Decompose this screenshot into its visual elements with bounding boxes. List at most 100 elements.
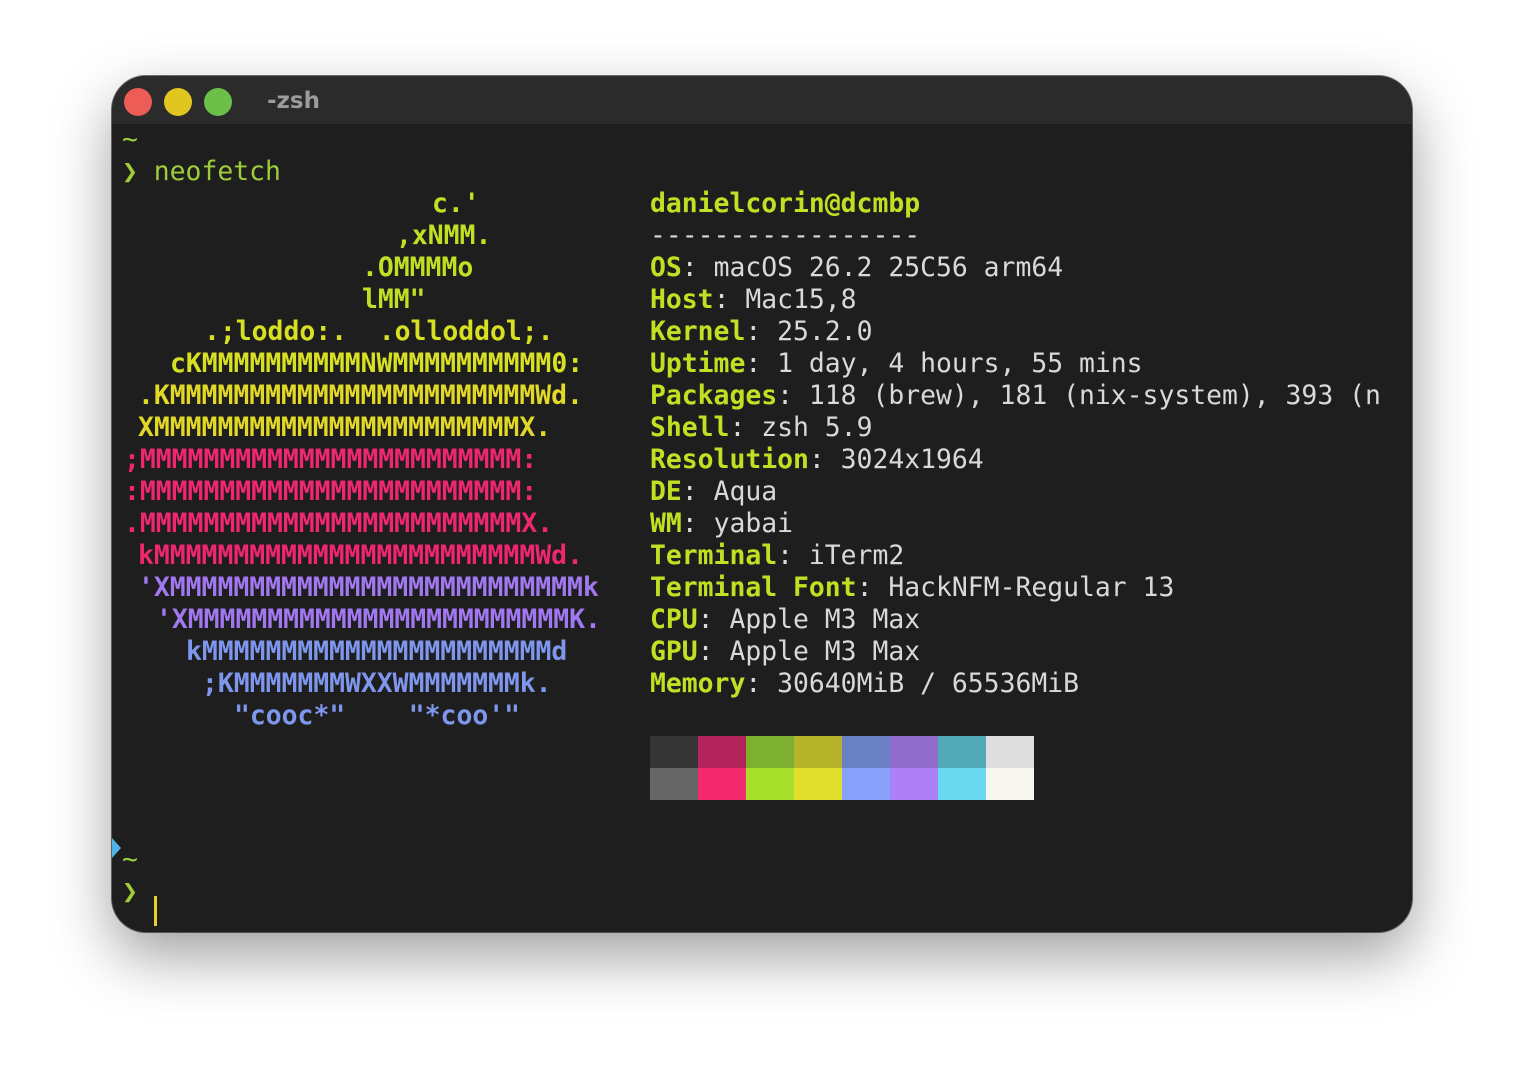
logo-line: c.' [432, 188, 480, 219]
info-row: Terminal Font: HackNFM-Regular 13 [650, 572, 1174, 604]
info-row: CPU: Apple M3 Max [650, 604, 920, 636]
palette-swatch [890, 768, 938, 800]
info-value: yabai [713, 508, 794, 539]
minimize-button[interactable] [164, 88, 192, 116]
prompt-symbol-2: ❯ [122, 876, 138, 907]
logo-line: XMMMMMMMMMMMMMMMMMMMMMMMX. [138, 412, 552, 443]
prompt-directory: ~ [122, 124, 138, 155]
info-key: Packages [650, 380, 778, 411]
info-row: Kernel: 25.2.0 [650, 316, 872, 348]
logo-line: .KMMMMMMMMMMMMMMMMMMMMMMMWd. [138, 380, 583, 411]
logo-line: .;loddo:. .olloddol;. [204, 316, 554, 347]
info-key: CPU [650, 604, 698, 635]
title-bar: -zsh [112, 76, 1412, 124]
palette-swatch [746, 736, 794, 768]
info-colon: : [777, 380, 809, 411]
palette-swatch [698, 736, 746, 768]
info-key: GPU [650, 636, 698, 667]
logo-line: 'XMMMMMMMMMMMMMMMMMMMMMMMMMMk [138, 572, 599, 603]
info-value: iTerm2 [808, 540, 905, 571]
info-value: 118 (brew), 181 (nix-system), 393 (n [808, 380, 1381, 411]
info-key: Terminal [650, 540, 778, 571]
info-value: HackNFM-Regular 13 [888, 572, 1175, 603]
info-row: Resolution: 3024x1964 [650, 444, 984, 476]
palette-swatch [842, 768, 890, 800]
logo-line: ;MMMMMMMMMMMMMMMMMMMMMMMM: [124, 444, 538, 475]
prompt-marker-icon [112, 838, 121, 858]
info-colon: : [713, 284, 746, 315]
info-row: WM: yabai [650, 508, 793, 540]
palette-swatch [986, 768, 1034, 800]
palette-swatch [938, 768, 986, 800]
color-palette [650, 736, 1034, 800]
info-row: Shell: zsh 5.9 [650, 412, 872, 444]
info-row: OS: macOS 26.2 25C56 arm64 [650, 252, 1063, 284]
info-key: Uptime [650, 348, 746, 379]
info-value: Aqua [713, 476, 778, 507]
palette-swatch [650, 736, 698, 768]
palette-swatch [650, 768, 698, 800]
info-colon: : [697, 604, 730, 635]
logo-line: ,xNMM. [396, 220, 492, 251]
info-key: Kernel [650, 316, 746, 347]
prompt-symbol: ❯ [122, 156, 138, 187]
info-value: Apple M3 Max [729, 604, 921, 635]
palette-swatch [794, 736, 842, 768]
logo-line: .MMMMMMMMMMMMMMMMMMMMMMMMX. [124, 508, 553, 539]
close-button[interactable] [124, 88, 152, 116]
info-value: 1 day, 4 hours, 55 mins [777, 348, 1143, 379]
prompt-directory-2: ~ [122, 844, 138, 875]
info-colon: : [745, 348, 778, 379]
palette-swatch [938, 736, 986, 768]
info-key: Resolution [650, 444, 809, 475]
info-key: Memory [650, 668, 746, 699]
info-key: Shell [650, 412, 730, 443]
palette-swatch [842, 736, 890, 768]
palette-swatch [746, 768, 794, 800]
logo-line: ;KMMMMMMMWXXWMMMMMMMk. [202, 668, 552, 699]
terminal-output[interactable]: ~ ❯ neofetch c.' ,xNMM. .OMMMMo lMM" .;loddo… [112, 124, 1412, 932]
info-key: WM [650, 508, 682, 539]
info-colon: : [681, 476, 714, 507]
palette-swatch [698, 768, 746, 800]
logo-line: kMMMMMMMMMMMMMMMMMMMMMMd [186, 636, 568, 667]
window-title: -zsh [267, 88, 320, 114]
info-key: DE [650, 476, 682, 507]
info-key: OS [650, 252, 682, 283]
prompt-line: ❯ neofetch [122, 156, 281, 188]
zoom-button[interactable] [204, 88, 232, 116]
logo-line: kMMMMMMMMMMMMMMMMMMMMMMMMWd. [138, 540, 583, 571]
info-value: zsh 5.9 [761, 412, 873, 443]
info-colon: : [729, 412, 762, 443]
logo-line: "cooc*" "*coo'" [234, 700, 520, 731]
command-text: neofetch [153, 156, 281, 187]
user-host: danielcorin@dcmbp [650, 188, 921, 219]
info-colon: : [856, 572, 889, 603]
info-separator: ----------------- [650, 220, 921, 251]
info-colon: : [681, 508, 714, 539]
palette-swatch [986, 736, 1034, 768]
info-row: Terminal: iTerm2 [650, 540, 904, 572]
logo-line: :MMMMMMMMMMMMMMMMMMMMMMMM: [124, 476, 538, 507]
logo-line: cKMMMMMMMMMMNWMMMMMMMMMM0: [170, 348, 584, 379]
logo-line: .OMMMMo [362, 252, 474, 283]
info-colon: : [745, 668, 778, 699]
info-value: Apple M3 Max [729, 636, 921, 667]
info-key: Terminal Font [650, 572, 857, 603]
info-value: 30640MiB / 65536MiB [777, 668, 1080, 699]
info-key: Host [650, 284, 714, 315]
palette-swatch [794, 768, 842, 800]
info-colon: : [697, 636, 730, 667]
text-cursor [154, 896, 157, 926]
info-colon: : [681, 252, 714, 283]
logo-line: 'XMMMMMMMMMMMMMMMMMMMMMMMMK. [156, 604, 601, 635]
info-row: Host: Mac15,8 [650, 284, 857, 316]
info-value: 3024x1964 [840, 444, 984, 475]
info-value: 25.2.0 [777, 316, 873, 347]
info-value: Mac15,8 [745, 284, 857, 315]
info-row: Uptime: 1 day, 4 hours, 55 mins [650, 348, 1143, 380]
info-row: DE: Aqua [650, 476, 777, 508]
info-value: macOS 26.2 25C56 arm64 [713, 252, 1064, 283]
info-colon: : [777, 540, 809, 571]
info-colon: : [808, 444, 841, 475]
